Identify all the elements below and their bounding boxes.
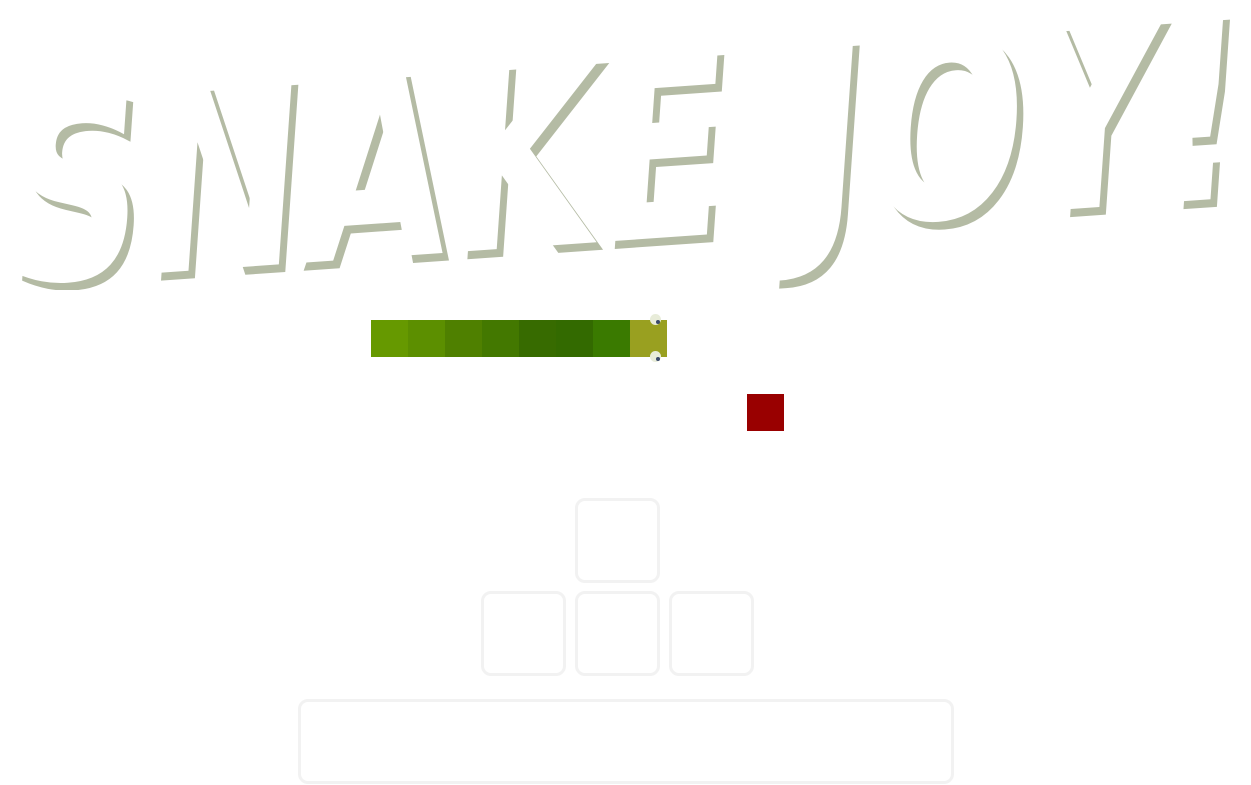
snake-body-segment <box>519 320 556 357</box>
space-bar-key[interactable] <box>298 699 954 784</box>
snake-eye-bottom <box>650 351 661 362</box>
snake-eye-top <box>650 314 661 325</box>
snake-body-segment <box>482 320 519 357</box>
game-title: SNAKE JOY! SNAKE JOY! <box>0 0 1251 290</box>
left-arrow-key[interactable] <box>481 591 566 676</box>
snake-pupil <box>656 357 660 361</box>
game-title-text: SNAKE JOY! <box>0 0 1251 290</box>
snake-body-segment <box>445 320 482 357</box>
right-arrow-key[interactable] <box>669 591 754 676</box>
down-arrow-key[interactable] <box>575 591 660 676</box>
snake-body-segment <box>556 320 593 357</box>
snake-pupil <box>656 320 660 324</box>
snake-head <box>630 320 667 357</box>
up-arrow-key[interactable] <box>575 498 660 583</box>
snake-body-segment <box>371 320 408 357</box>
snake-body-segment <box>408 320 445 357</box>
game-title-logo: SNAKE JOY! SNAKE JOY! <box>0 0 1251 290</box>
food-item <box>747 394 784 431</box>
snake-body-segment <box>593 320 630 357</box>
